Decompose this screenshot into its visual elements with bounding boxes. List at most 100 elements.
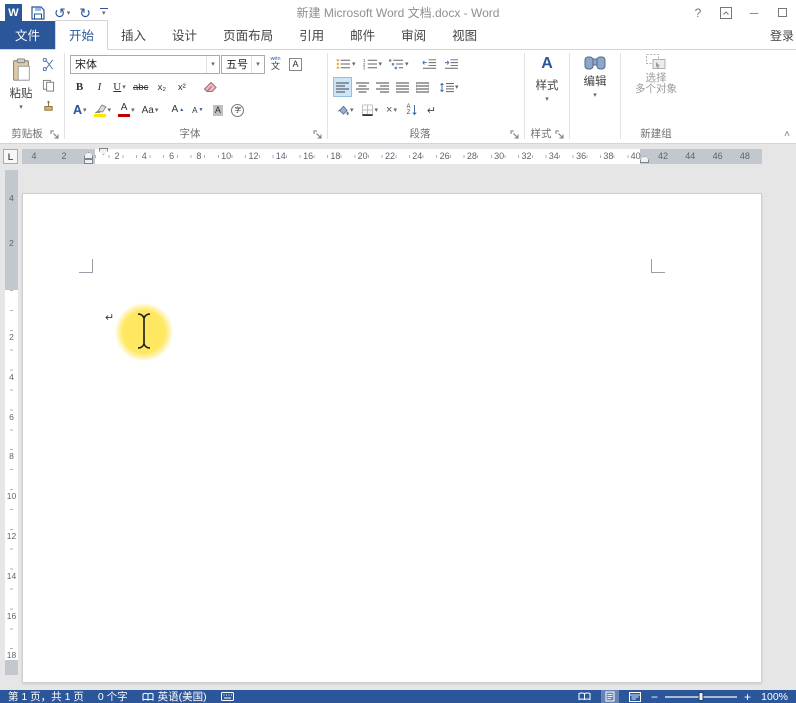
paste-button[interactable]: 粘贴 ▾ (6, 54, 36, 118)
tab-design[interactable]: 设计 (159, 21, 210, 49)
strikethrough-button[interactable]: abc (130, 77, 151, 97)
ruler-number: 38 (603, 151, 613, 161)
customize-qat-button[interactable]: ▾ (100, 9, 106, 17)
clear-formatting-button[interactable] (200, 77, 220, 97)
word-count[interactable]: 0 个字 (98, 689, 128, 703)
font-size-select[interactable]: 五号 ▾ (221, 55, 265, 74)
numbering-button[interactable]: 123 ▾ (360, 54, 386, 74)
multilevel-list-button[interactable]: ▾ (386, 54, 412, 74)
copy-icon (42, 79, 55, 92)
paragraph-dialog-launcher[interactable] (510, 130, 520, 140)
text-highlight-button[interactable]: ▾ (91, 100, 115, 120)
font-name-select[interactable]: 宋体 ▾ (70, 55, 220, 74)
right-indent-marker[interactable] (640, 156, 649, 163)
grow-font-button[interactable]: A▲ (168, 100, 187, 120)
phonetic-guide-button[interactable]: wén 文 (266, 54, 285, 74)
show-formatting-marks-button[interactable]: ↵ (422, 100, 441, 120)
borders-button[interactable]: ▾ (358, 100, 382, 120)
shading-button[interactable]: ▾ (333, 100, 357, 120)
bold-button[interactable]: B (70, 77, 89, 97)
align-center-button[interactable] (353, 77, 372, 97)
text-cursor-icon (136, 312, 152, 350)
styles-label: 样式 (536, 77, 559, 93)
numbering-icon: 123 (363, 58, 378, 70)
font-dialog-launcher[interactable] (313, 130, 323, 140)
help-button[interactable]: ? (684, 2, 712, 24)
tab-mailings[interactable]: 邮件 (337, 21, 388, 49)
line-spacing-button[interactable]: ▾ (437, 77, 462, 97)
superscript-button[interactable]: x² (172, 77, 191, 97)
tab-page-layout[interactable]: 页面布局 (210, 21, 286, 49)
align-left-button[interactable] (333, 77, 352, 97)
underline-button[interactable]: U ▾ (110, 77, 129, 97)
hanging-indent-marker[interactable] (84, 152, 93, 159)
editing-button[interactable]: 编辑 ▾ (572, 50, 618, 114)
align-right-button[interactable] (373, 77, 392, 97)
word-logo-icon[interactable]: W (5, 4, 22, 21)
asian-layout-button[interactable]: × ▾ (382, 100, 401, 120)
quick-access-toolbar: W ↺ ▾ ↻ ▾ (0, 4, 106, 21)
zoom-level[interactable]: 100% (758, 691, 788, 703)
zoom-slider[interactable] (665, 690, 737, 703)
tab-home[interactable]: 开始 (55, 20, 108, 50)
horizontal-ruler[interactable]: 4224681012141618202224262830323436384042… (22, 149, 762, 164)
tab-review[interactable]: 审阅 (388, 21, 439, 49)
format-painter-icon (42, 100, 55, 113)
sort-button[interactable]: A Z (402, 100, 421, 120)
character-border-button[interactable]: A (286, 54, 305, 74)
copy-button[interactable] (39, 75, 58, 95)
character-shading-button[interactable]: A (208, 100, 227, 120)
tab-references[interactable]: 引用 (286, 21, 337, 49)
left-indent-marker[interactable] (84, 159, 93, 164)
increase-indent-button[interactable] (441, 54, 462, 74)
undo-icon: ↺ (54, 6, 66, 20)
repeat-button[interactable]: ↻ (79, 6, 91, 20)
print-layout-button[interactable] (601, 690, 619, 703)
page-indicator[interactable]: 第 1 页，共 1 页 (8, 689, 84, 703)
distribute-button[interactable] (413, 77, 432, 97)
maximize-button[interactable] (768, 2, 796, 24)
ruler-number: 4 (31, 151, 36, 161)
sign-in-link[interactable]: 登录 (762, 23, 796, 49)
styles-button[interactable]: A 样式 ▾ (527, 50, 567, 114)
italic-button[interactable]: I (90, 77, 109, 97)
text-effects-button[interactable]: A ▾ (70, 100, 90, 120)
shrink-font-button[interactable]: A▼ (188, 100, 207, 120)
minimize-button[interactable]: ─ (740, 2, 768, 24)
select-objects-button[interactable]: 选择 多个对象 (623, 50, 689, 114)
subscript-button[interactable]: x₂ (152, 77, 171, 97)
decrease-indent-button[interactable] (419, 54, 440, 74)
font-color-button[interactable]: A ▾ (115, 100, 138, 120)
change-case-button[interactable]: Aa ▾ (139, 100, 162, 120)
status-bar: 第 1 页，共 1 页 0 个字 英语(美国) − + 100% (0, 690, 796, 703)
paragraph-mark: ↵ (105, 311, 114, 324)
tab-file[interactable]: 文件 (0, 21, 55, 49)
zoom-out-button[interactable]: − (651, 692, 658, 702)
collapse-ribbon-button[interactable]: ˄ (784, 129, 790, 140)
tab-stop-selector[interactable]: L (3, 149, 18, 164)
ruler-number: 8 (5, 451, 18, 461)
justify-button[interactable] (393, 77, 412, 97)
language-indicator[interactable]: 英语(美国) (142, 689, 207, 703)
cut-button[interactable] (39, 54, 58, 74)
clipboard-dialog-launcher[interactable] (50, 130, 60, 140)
document-page[interactable]: ↵ (22, 193, 762, 683)
undo-button[interactable]: ↺ ▾ (54, 6, 70, 20)
asian-layout-icon: × (386, 104, 392, 116)
read-mode-button[interactable] (576, 690, 594, 703)
zoom-in-button[interactable]: + (744, 692, 751, 702)
ribbon-display-options-button[interactable] (712, 2, 740, 24)
styles-dialog-launcher[interactable] (555, 130, 565, 140)
enclose-characters-button[interactable]: 字 (228, 100, 247, 120)
web-layout-button[interactable] (626, 690, 644, 703)
zoom-slider-handle[interactable] (698, 692, 703, 701)
tab-view[interactable]: 视图 (439, 21, 490, 49)
input-mode-button[interactable] (221, 692, 234, 701)
tab-insert[interactable]: 插入 (108, 21, 159, 49)
ribbon: 粘贴 ▾ 剪贴板 宋体 ▾ 五号 ▾ (0, 50, 796, 144)
vertical-ruler[interactable]: 4224681012141618 (5, 170, 18, 675)
format-painter-button[interactable] (39, 96, 58, 116)
bullets-button[interactable]: ▾ (333, 54, 359, 74)
save-button[interactable] (31, 6, 45, 20)
styles-group-label: 样式 (527, 126, 555, 141)
